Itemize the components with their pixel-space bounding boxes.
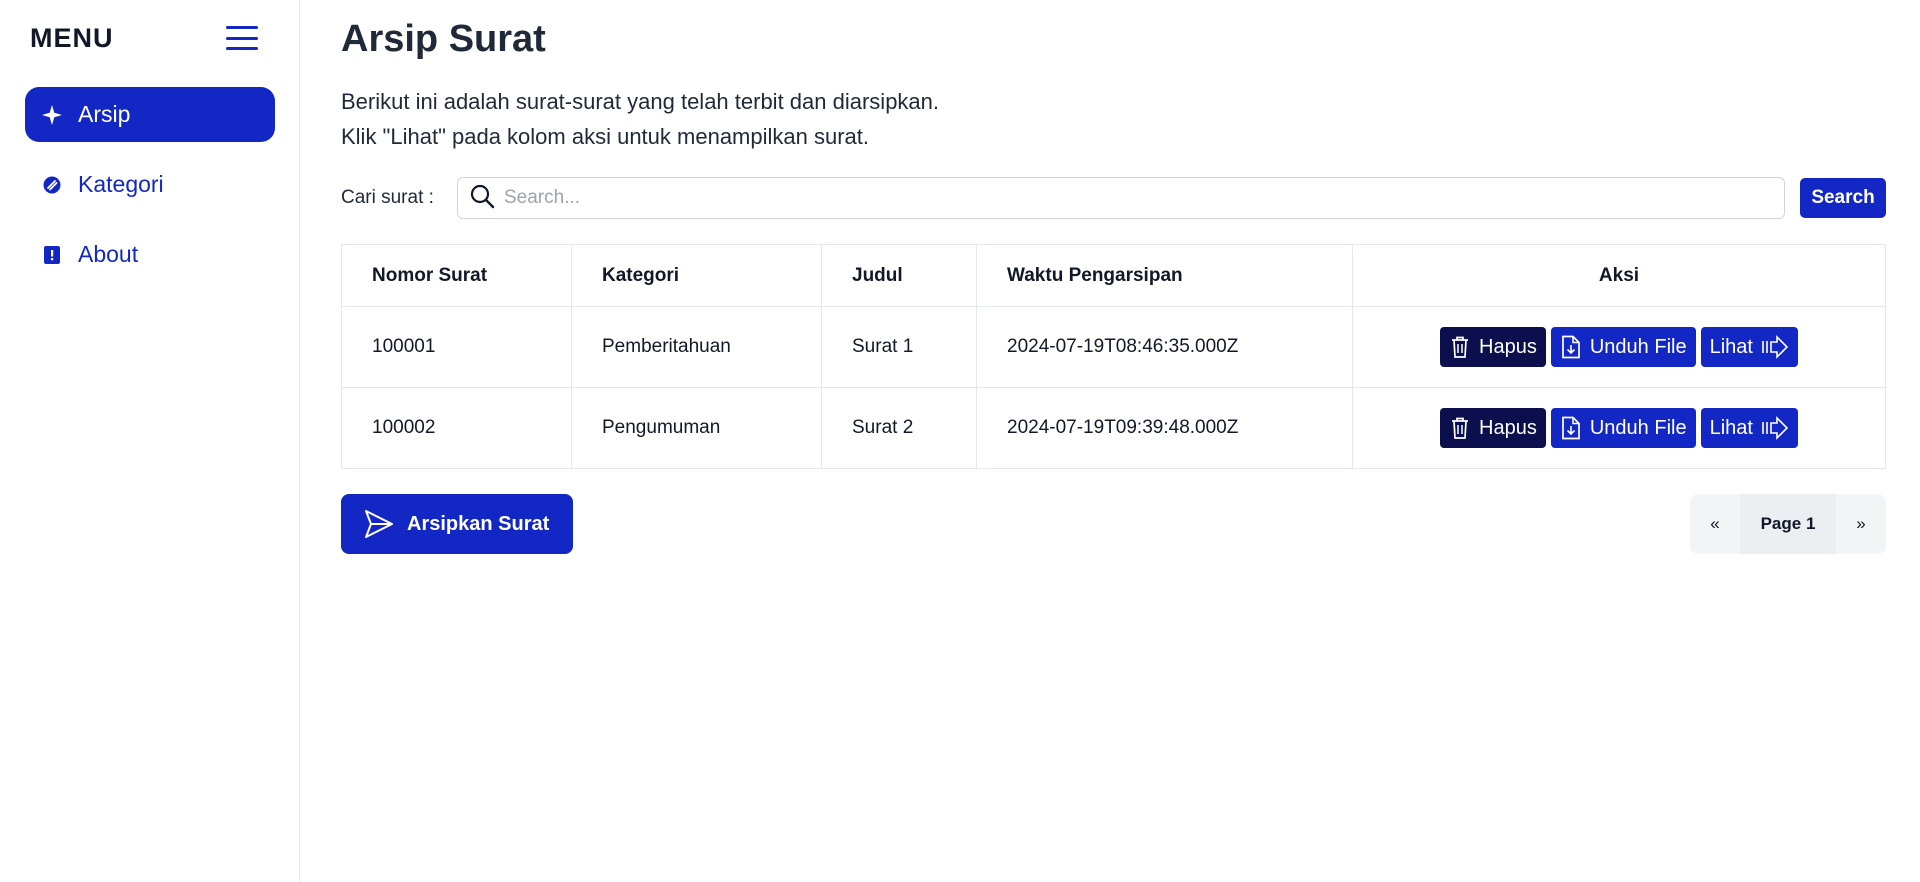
cell-nomor: 100002 xyxy=(341,387,572,469)
cell-judul: Surat 2 xyxy=(821,387,977,469)
description-line: Klik "Lihat" pada kolom aksi untuk menam… xyxy=(341,124,869,149)
cell-waktu: 2024-07-19T09:39:48.000Z xyxy=(976,387,1353,469)
cell-waktu: 2024-07-19T08:46:35.000Z xyxy=(976,306,1353,388)
sidebar-item-label: Kategori xyxy=(78,171,164,197)
arrow-right-icon xyxy=(1762,416,1789,440)
view-button[interactable]: Lihat xyxy=(1700,327,1798,367)
search-label: Cari surat : xyxy=(341,187,434,208)
menu-title: MENU xyxy=(30,22,114,53)
delete-label: Hapus xyxy=(1479,335,1537,358)
sidebar-item-label: About xyxy=(78,241,139,267)
download-button[interactable]: Unduh File xyxy=(1550,408,1696,448)
column-header[interactable]: Nomor Surat xyxy=(341,244,572,307)
send-icon xyxy=(365,510,393,538)
delete-button[interactable]: Hapus xyxy=(1440,327,1546,367)
sidebar-item-label: Arsip xyxy=(78,101,131,127)
sidebar-nav: Arsip Kategori About xyxy=(25,87,275,297)
search-button[interactable]: Search xyxy=(1800,178,1886,218)
cell-aksi: Hapus Unduh File Lihat xyxy=(1352,387,1886,469)
cell-aksi: Hapus Unduh File Lihat xyxy=(1352,306,1886,388)
description-line: Berikut ini adalah surat-surat yang tela… xyxy=(341,89,940,114)
file-download-icon xyxy=(1562,335,1580,359)
cell-judul: Surat 1 xyxy=(821,306,977,388)
arrow-right-icon xyxy=(1762,335,1789,359)
sidebar-item-arsip[interactable]: Arsip xyxy=(25,87,275,142)
cell-nomor: 100001 xyxy=(341,306,572,388)
cell-kategori: Pemberitahuan xyxy=(571,306,822,388)
download-button[interactable]: Unduh File xyxy=(1550,327,1696,367)
delete-button[interactable]: Hapus xyxy=(1440,408,1546,448)
menu-header: MENU xyxy=(30,20,258,56)
trash-icon xyxy=(1452,336,1469,358)
sidebar-item-about[interactable]: About xyxy=(25,227,275,282)
pagination-next-button[interactable]: » xyxy=(1836,494,1886,554)
download-label: Unduh File xyxy=(1589,335,1687,358)
view-label: Lihat xyxy=(1709,335,1753,358)
page-title: Arsip Surat xyxy=(341,18,546,60)
pagination: « Page 1 » xyxy=(1690,494,1886,554)
delete-label: Hapus xyxy=(1479,416,1537,439)
pagination-prev-button[interactable]: « xyxy=(1690,494,1740,554)
info-icon xyxy=(42,245,62,265)
trash-icon xyxy=(1452,417,1469,439)
column-header[interactable]: Judul xyxy=(821,244,977,307)
column-header[interactable]: Waktu Pengarsipan xyxy=(976,244,1353,307)
sidebar-item-kategori[interactable]: Kategori xyxy=(25,157,275,212)
table-row: 100001 Pemberitahuan Surat 1 2024-07-19T… xyxy=(341,306,1886,388)
column-header[interactable]: Kategori xyxy=(571,244,822,307)
search-input[interactable] xyxy=(504,179,1784,217)
page-description: Berikut ini adalah surat-surat yang tela… xyxy=(341,84,939,154)
hamburger-menu-icon[interactable] xyxy=(226,24,258,52)
view-label: Lihat xyxy=(1709,416,1753,439)
search-row: Cari surat : Search xyxy=(341,177,1886,219)
view-button[interactable]: Lihat xyxy=(1700,408,1798,448)
archive-table: Nomor Surat Kategori Judul Waktu Pengars… xyxy=(341,244,1886,469)
tag-icon xyxy=(42,175,62,195)
file-download-icon xyxy=(1562,416,1580,440)
pagination-current-page[interactable]: Page 1 xyxy=(1740,494,1836,554)
sparkle-icon xyxy=(42,104,62,125)
search-icon xyxy=(458,182,504,215)
column-header: Aksi xyxy=(1352,244,1886,307)
archive-letter-label: Arsipkan Surat xyxy=(407,512,550,535)
table-row: 100002 Pengumuman Surat 2 2024-07-19T09:… xyxy=(341,387,1886,469)
download-label: Unduh File xyxy=(1589,416,1687,439)
search-box[interactable] xyxy=(457,177,1785,219)
cell-kategori: Pengumuman xyxy=(571,387,822,469)
archive-letter-button[interactable]: Arsipkan Surat xyxy=(341,494,573,554)
table-header-row: Nomor Surat Kategori Judul Waktu Pengars… xyxy=(341,244,1886,307)
sidebar: MENU Arsip Kategori About xyxy=(0,0,300,882)
